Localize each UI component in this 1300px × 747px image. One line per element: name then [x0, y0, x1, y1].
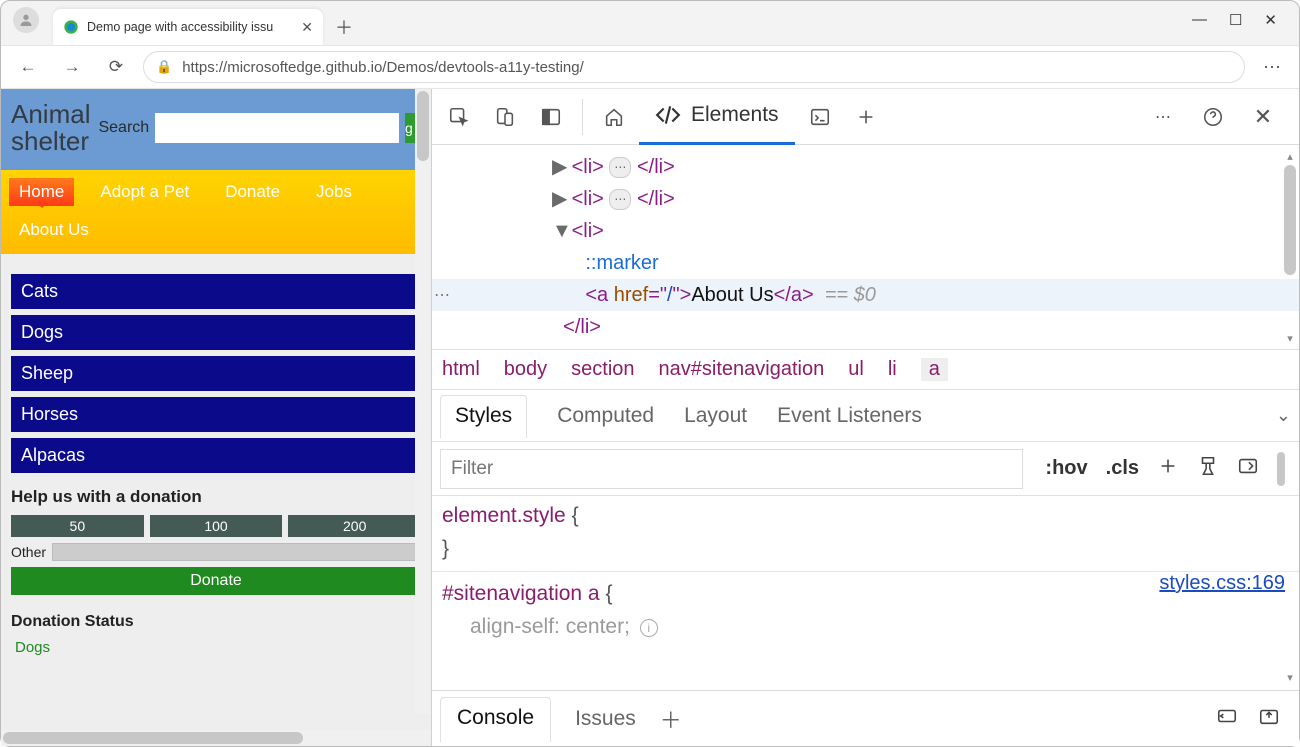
sidebar: Cats Dogs Sheep Horses Alpacas Help us w…: [1, 254, 431, 666]
help-icon[interactable]: [1193, 97, 1233, 137]
other-amount-input[interactable]: [52, 543, 421, 561]
category-item[interactable]: Alpacas: [11, 438, 421, 473]
styles-filter-row: :hov .cls: [432, 442, 1299, 496]
search-input[interactable]: [155, 113, 399, 143]
brush-icon[interactable]: [1197, 455, 1219, 483]
crumb-ul[interactable]: ul: [848, 358, 864, 381]
refresh-button[interactable]: ⟳: [99, 50, 133, 84]
donate-amount-button[interactable]: 100: [150, 515, 283, 537]
dom-scrollbar[interactable]: ▴▾: [1283, 149, 1297, 345]
cls-toggle[interactable]: .cls: [1106, 457, 1139, 480]
dom-tree[interactable]: ▶ <li> ⋯ </li> ▶ <li> ⋯ </li> ▼ <li> ::m…: [432, 145, 1299, 349]
new-tab-button[interactable]: ＋: [329, 12, 359, 42]
tab-close-icon[interactable]: ✕: [301, 19, 313, 36]
device-toggle-icon[interactable]: [484, 97, 526, 137]
devtools-close-icon[interactable]: ✕: [1243, 97, 1283, 137]
tab-title: Demo page with accessibility issu: [87, 20, 293, 34]
stylesheet-link[interactable]: styles.css:169: [1159, 568, 1285, 599]
crumb-section[interactable]: section: [571, 358, 634, 381]
drawer-add-icon[interactable]: ＋: [660, 703, 682, 735]
rendered-page: Animalshelter Search g Home Adopt a Pet …: [1, 89, 431, 746]
edge-favicon-icon: [63, 19, 79, 35]
styles-filter-input[interactable]: [440, 449, 1023, 489]
browser-tab[interactable]: Demo page with accessibility issu ✕: [53, 9, 323, 45]
profile-icon[interactable]: [13, 7, 39, 33]
donate-amount-button[interactable]: 50: [11, 515, 144, 537]
crumb-body[interactable]: body: [504, 358, 547, 381]
computed-tab[interactable]: Computed: [557, 404, 654, 428]
styles-more-icon[interactable]: ⌄: [1276, 405, 1291, 426]
forward-button[interactable]: →: [55, 50, 89, 84]
console-drawer-tab[interactable]: Console: [440, 697, 551, 742]
devtools-drawer: Console Issues ＋: [432, 690, 1299, 746]
donate-heading: Help us with a donation: [11, 487, 421, 507]
layout-tab[interactable]: Layout: [684, 404, 747, 428]
url-text: https://microsoftedge.github.io/Demos/de…: [182, 59, 584, 76]
donate-amount-button[interactable]: 200: [288, 515, 421, 537]
event-listeners-tab[interactable]: Event Listeners: [777, 404, 922, 428]
console-tab-icon[interactable]: [799, 97, 841, 137]
other-label: Other: [11, 544, 46, 560]
crumb-html[interactable]: html: [442, 358, 480, 381]
computed-toggle-icon[interactable]: [1237, 455, 1259, 483]
tab-bar: Demo page with accessibility issu ✕ ＋ ― …: [1, 1, 1299, 45]
inspect-icon[interactable]: [438, 97, 480, 137]
category-item[interactable]: Horses: [11, 397, 421, 432]
devtools-toolbar: Elements ⋯ ✕: [432, 89, 1299, 145]
drawer-expand-icon[interactable]: [1257, 705, 1281, 733]
breadcrumb: html body section nav#sitenavigation ul …: [432, 349, 1299, 390]
close-window-icon[interactable]: ✕: [1264, 11, 1277, 29]
page-vertical-scrollbar[interactable]: [415, 89, 431, 714]
hov-toggle[interactable]: :hov: [1045, 457, 1087, 480]
nav-about[interactable]: About Us: [9, 216, 99, 244]
styles-tabs: Styles Computed Layout Event Listeners ⌄: [432, 390, 1299, 442]
crumb-li[interactable]: li: [888, 358, 897, 381]
category-item[interactable]: Sheep: [11, 356, 421, 391]
issues-drawer-tab[interactable]: Issues: [575, 707, 636, 731]
content-area: Animalshelter Search g Home Adopt a Pet …: [1, 89, 1299, 746]
css-rules[interactable]: element.style { } #sitenavigation a { al…: [432, 496, 1299, 690]
window-controls: ― ☐ ✕: [1192, 11, 1291, 29]
address-bar: ← → ⟳ 🔒 https://microsoftedge.github.io/…: [1, 45, 1299, 89]
add-tab-icon[interactable]: [845, 97, 887, 137]
dock-icon[interactable]: [530, 97, 572, 137]
more-tools-icon[interactable]: ⋯: [1143, 97, 1183, 137]
nav-adopt[interactable]: Adopt a Pet: [90, 178, 199, 206]
status-heading: Donation Status: [11, 613, 421, 631]
devtools-panel: Elements ⋯ ✕ ▶ <li> ⋯ </li> ▶ <li> ⋯ </l…: [431, 89, 1299, 746]
category-item[interactable]: Dogs: [11, 315, 421, 350]
site-navigation: Home Adopt a Pet Donate Jobs About Us: [1, 170, 431, 254]
styles-scrollbar[interactable]: [1277, 452, 1285, 486]
nav-jobs[interactable]: Jobs: [306, 178, 362, 206]
search-label: Search: [98, 119, 149, 137]
back-button[interactable]: ←: [11, 50, 45, 84]
styles-tab[interactable]: Styles: [440, 395, 527, 438]
browser-menu-button[interactable]: ⋯: [1255, 57, 1289, 78]
elements-tab[interactable]: Elements: [639, 89, 795, 145]
crumb-a[interactable]: a: [921, 358, 948, 381]
page-header: Animalshelter Search g: [1, 89, 431, 170]
new-rule-icon[interactable]: [1157, 455, 1179, 483]
crumb-nav[interactable]: nav#sitenavigation: [659, 358, 825, 381]
nav-donate[interactable]: Donate: [215, 178, 290, 206]
site-title: Animalshelter: [11, 101, 90, 156]
minimize-icon[interactable]: ―: [1192, 11, 1207, 29]
code-icon: [655, 102, 681, 128]
url-box[interactable]: 🔒 https://microsoftedge.github.io/Demos/…: [143, 51, 1245, 83]
drawer-dock-icon[interactable]: [1215, 705, 1239, 733]
status-dogs: Dogs: [11, 639, 421, 656]
welcome-tab-icon[interactable]: [593, 97, 635, 137]
donate-submit-button[interactable]: Donate: [11, 567, 421, 595]
maximize-icon[interactable]: ☐: [1229, 11, 1242, 29]
page-horizontal-scrollbar[interactable]: [1, 730, 431, 746]
nav-home[interactable]: Home: [9, 178, 74, 206]
category-item[interactable]: Cats: [11, 274, 421, 309]
lock-icon: 🔒: [156, 59, 172, 75]
browser-window: Demo page with accessibility issu ✕ ＋ ― …: [0, 0, 1300, 747]
